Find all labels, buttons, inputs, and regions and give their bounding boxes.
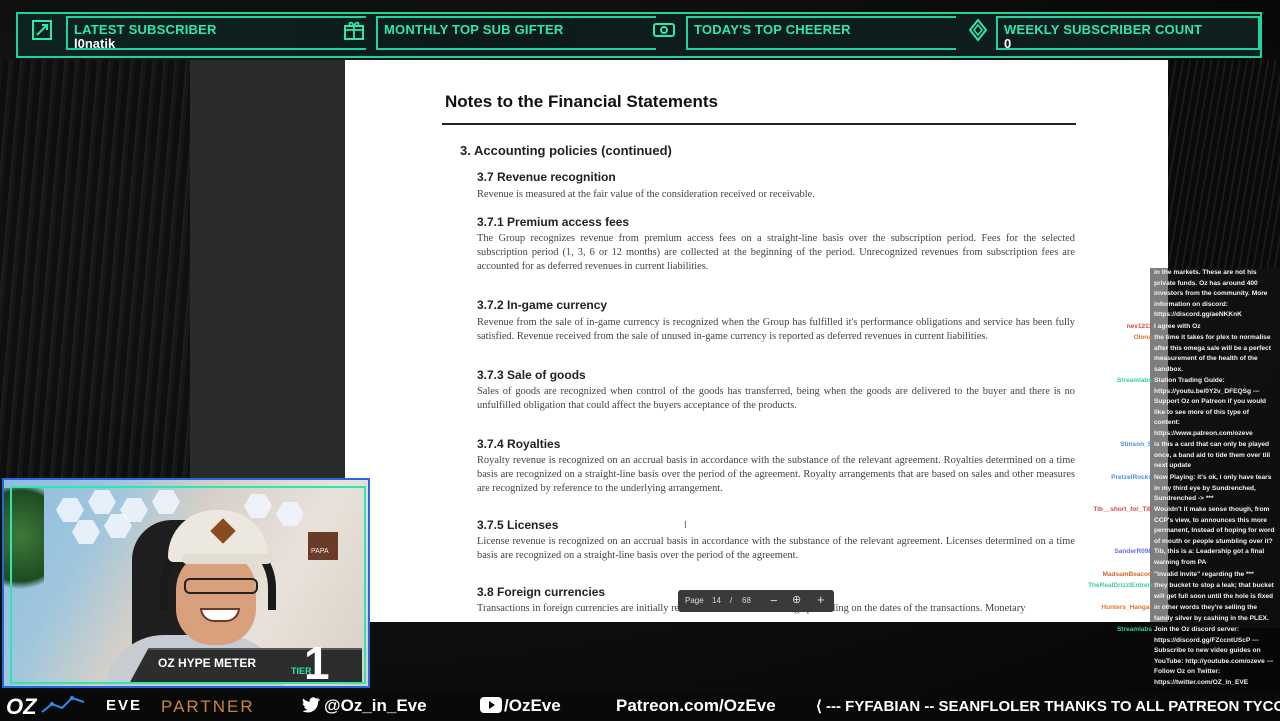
chat-username[interactable]: Olona [1134, 334, 1152, 341]
chat-message: "Invalid Invite" regarding the *** [1154, 571, 1254, 578]
chat-message: they bucket to stop a leak; that bucket … [1154, 582, 1274, 600]
subsection-text: Royalty revenue is recognized on an accr… [477, 455, 1075, 494]
section-heading: 3. Accounting policies (continued) [460, 143, 672, 158]
twitter-handle: @Oz_in_Eve [324, 696, 427, 715]
chat-username[interactable]: TheRealDrizztEntreri [1088, 582, 1152, 589]
chat-message: is this a card that can only be played o… [1154, 441, 1271, 470]
title-divider [442, 123, 1076, 125]
subsection-text: Sales of goods are recognized when contr… [477, 386, 1075, 411]
subsection-text: The Group recognizes revenue from premiu… [477, 233, 1075, 272]
subsection-heading: 3.7.4 Royalties [477, 437, 561, 451]
hype-meter-title: OZ HYPE METER [158, 656, 257, 670]
chat-message: Join the Oz discord server: https://disc… [1154, 626, 1274, 686]
background-texture-left [0, 60, 190, 480]
latest-subscriber-title: LATEST SUBSCRIBER [74, 22, 217, 37]
subsection-text: Revenue from the sale of in-game currenc… [477, 317, 1075, 342]
chat-username[interactable]: Tib__short_for_Tib [1093, 506, 1152, 513]
zoom-in-icon[interactable]: + [817, 592, 825, 607]
text-cursor-icon: I [684, 520, 687, 531]
weekly-subscriber-count-value: 0 [1004, 36, 1012, 51]
pdf-viewer-gutter [190, 60, 345, 480]
pdf-page-toolbar: Page 14 / 68 − ⊕ + [678, 590, 834, 612]
page-label: Page [685, 596, 704, 605]
weekly-subscriber-count-panel: WEEKLY SUBSCRIBER COUNT 0 [996, 16, 1260, 51]
chat-message: I agree with Oz [1154, 323, 1201, 330]
oz-logo: OZ [6, 694, 37, 719]
subsection-heading: 3.7.1 Premium access fees [477, 215, 630, 229]
gift-icon [338, 18, 370, 50]
subsection-text: License revenue is recognized on an accr… [477, 536, 1075, 561]
subsection-heading: 3.8 Foreign currencies [477, 585, 606, 599]
chat-message: the time it takes for plex to normalise … [1154, 334, 1271, 373]
latest-subscriber-value: l0natik [74, 36, 116, 51]
diamond-icon [962, 18, 994, 50]
weekly-subscriber-count-title: WEEKLY SUBSCRIBER COUNT [1004, 22, 1203, 37]
chat-username[interactable]: nev1211 [1127, 323, 1152, 330]
chat-message: Tib, this is a: Leadership got a final w… [1154, 548, 1265, 566]
pdf-document-page[interactable]: Notes to the Financial Statements 3. Acc… [345, 60, 1168, 622]
background-texture-right [1168, 60, 1280, 270]
monthly-top-sub-gifter-title: MONTHLY TOP SUB GIFTER [384, 22, 564, 37]
chart-line-icon [40, 694, 86, 721]
chat-message: Wouldn't it make sense though, from CCP'… [1154, 506, 1275, 545]
zoom-fit-icon[interactable]: ⊕ [792, 593, 801, 606]
page-number-input[interactable]: 14 [712, 596, 721, 605]
youtube-icon [480, 697, 502, 718]
plus-square-icon [26, 18, 58, 50]
page-separator: / [730, 596, 733, 605]
youtube-handle: /OzEve [504, 696, 561, 715]
hype-meter-value: 1 [304, 637, 330, 689]
partner-label: PARTNER [161, 697, 255, 716]
document-title: Notes to the Financial Statements [445, 92, 718, 111]
bottom-bar: OZ EVE PARTNER @Oz_in_Eve /OzEve Patreon… [0, 692, 1280, 720]
patreon-link: Patreon.com/OzEve [616, 696, 776, 715]
monthly-top-sub-gifter-panel: MONTHLY TOP SUB GIFTER [376, 16, 656, 50]
chat-username[interactable]: Streamlabs [1117, 626, 1152, 633]
chat-username[interactable]: Streamlabs [1117, 377, 1152, 384]
chat-message: in other words they're selling the famil… [1154, 604, 1269, 622]
supporter-ticker: ⟨ --- FYFABIAN -- SEANFLOLER THANKS TO A… [816, 698, 1280, 715]
page-total: 68 [742, 596, 751, 605]
twitter-icon [302, 697, 320, 718]
hype-meter: OZ HYPE METER TIER 1 [130, 637, 362, 689]
chat-username[interactable]: Hunters_Hangar [1101, 604, 1152, 611]
zoom-out-icon[interactable]: − [770, 593, 778, 608]
todays-top-cheerer-panel: TODAY'S TOP CHEERER [686, 16, 956, 50]
chat-username[interactable]: Stinson_S [1120, 441, 1152, 448]
chat-message: Station Trading Guide: https://youtu.be/… [1154, 377, 1267, 437]
chat-username[interactable]: MadsamBeacon [1103, 571, 1153, 578]
todays-top-cheerer-title: TODAY'S TOP CHEERER [694, 22, 851, 37]
ticket-icon [648, 18, 680, 50]
chat-username[interactable]: PretzelRocks [1111, 474, 1152, 481]
subsection-heading: 3.7 Revenue recognition [477, 170, 616, 184]
subsection-text: Revenue is measured at the fair value of… [477, 189, 815, 200]
subsection-heading: 3.7.3 Sale of goods [477, 368, 586, 382]
chat-message: Now Playing: it's ok, i only have tears … [1154, 474, 1272, 503]
chat-message: in the markets. These are not his privat… [1154, 269, 1268, 319]
eve-logo: EVE [106, 697, 143, 714]
subsection-heading: 3.7.2 In-game currency [477, 298, 608, 312]
subsection-heading: 3.7.5 Licenses [477, 518, 559, 532]
chat-username[interactable]: SanderR098 [1114, 548, 1152, 555]
alerts-bar: LATEST SUBSCRIBER l0natik MONTHLY TOP SU… [16, 12, 1262, 58]
latest-subscriber-panel: LATEST SUBSCRIBER l0natik [66, 16, 366, 51]
